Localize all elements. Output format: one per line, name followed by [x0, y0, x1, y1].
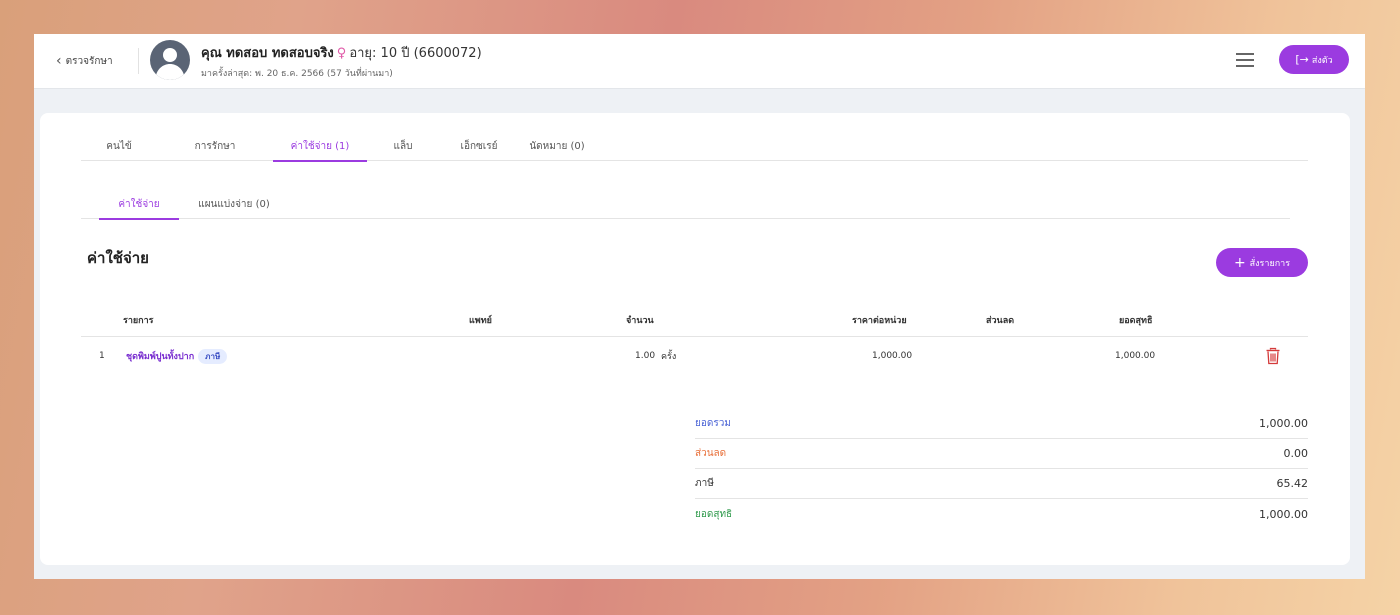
subtab-expenses[interactable]: ค่าใช้จ่าย: [99, 189, 179, 220]
add-order-button[interactable]: + สั่งรายการ: [1216, 248, 1308, 277]
avatar: [150, 40, 190, 80]
main-tabs: คนไข้ การรักษา ค่าใช้จ่าย (1) แล็บ เอ็กซ…: [81, 131, 1308, 162]
chevron-left-icon: ‹: [56, 53, 62, 69]
content-card: คนไข้ การรักษา ค่าใช้จ่าย (1) แล็บ เอ็กซ…: [40, 113, 1350, 565]
column-header-unit-price: ราคาต่อหน่วย: [852, 315, 907, 326]
column-header-item: รายการ: [123, 315, 154, 326]
exit-icon: [→: [1295, 53, 1309, 66]
send-patient-label: ส่งตัว: [1311, 55, 1333, 66]
trash-icon[interactable]: [1265, 339, 1281, 373]
tax-badge: ภาษี: [198, 348, 228, 364]
summary-value-net: 1,000.00: [1259, 507, 1308, 521]
summary-label-tax: ภาษี: [695, 478, 714, 489]
row-quantity: 1.00: [635, 351, 656, 361]
tab-xray[interactable]: เอ็กซเรย์: [439, 131, 519, 161]
back-button[interactable]: ‹ ตรวจรักษา: [56, 51, 113, 71]
summary-label-subtotal: ยอดรวม: [695, 418, 731, 429]
hamburger-menu-icon[interactable]: [1236, 52, 1254, 68]
patient-age: อายุ: 10 ปี (6600072): [349, 46, 482, 61]
summary-value-tax: 65.42: [1276, 477, 1309, 490]
summary-row-subtotal: ยอดรวม 1,000.00: [695, 409, 1308, 439]
patient-info: คุณ ทดสอบ ทดสอบจริง ♀ อายุ: 10 ปี (66000…: [201, 42, 482, 63]
row-net: 1,000.00: [1115, 351, 1156, 361]
app-window: ‹ ตรวจรักษา คุณ ทดสอบ ทดสอบจริง ♀ อายุ: …: [34, 34, 1365, 579]
column-header-net: ยอดสุทธิ: [1119, 315, 1153, 326]
column-header-discount: ส่วนลด: [986, 315, 1015, 326]
tab-expenses[interactable]: ค่าใช้จ่าย (1): [273, 131, 367, 162]
divider: [138, 48, 139, 74]
row-item-name[interactable]: ชุดพิมพ์ปูนทั้งปาก: [126, 339, 194, 373]
send-patient-button[interactable]: [→ ส่งตัว: [1279, 45, 1349, 74]
column-header-doctor: แพทย์: [469, 315, 492, 326]
summary-row-net: ยอดสุทธิ 1,000.00: [695, 499, 1308, 529]
sub-tabs: ค่าใช้จ่าย แผนแบ่งจ่าย (0): [81, 189, 1290, 220]
tab-lab[interactable]: แล็บ: [367, 131, 439, 161]
summary-row-discount: ส่วนลด 0.00: [695, 439, 1308, 469]
back-button-label: ตรวจรักษา: [65, 55, 113, 67]
row-item[interactable]: ชุดพิมพ์ปูนทั้งปาก ภาษี: [126, 339, 228, 373]
row-unit: ครั้ง: [661, 352, 677, 362]
female-icon: ♀: [336, 46, 347, 61]
summary-panel: ยอดรวม 1,000.00 ส่วนลด 0.00 ภาษี 65.42 ย…: [695, 409, 1308, 529]
row-index: 1: [99, 351, 105, 361]
plus-icon: +: [1233, 254, 1246, 271]
user-icon: [155, 48, 185, 80]
column-header-quantity: จำนวน: [626, 315, 654, 326]
row-unit-price: 1,000.00: [872, 351, 913, 361]
top-bar: ‹ ตรวจรักษา คุณ ทดสอบ ทดสอบจริง ♀ อายุ: …: [34, 34, 1365, 89]
summary-value-subtotal: 1,000.00: [1259, 417, 1308, 430]
table-row: 1 ชุดพิมพ์ปูนทั้งปาก ภาษี 1.00 ครั้ง 1,0…: [81, 339, 1308, 373]
summary-row-tax: ภาษี 65.42: [695, 469, 1308, 499]
tab-patient[interactable]: คนไข้: [81, 131, 157, 161]
summary-label-discount: ส่วนลด: [695, 448, 727, 459]
subtab-installment-plan[interactable]: แผนแบ่งจ่าย (0): [179, 189, 289, 219]
add-order-label: สั่งรายการ: [1249, 258, 1291, 269]
summary-value-discount: 0.00: [1283, 447, 1309, 460]
last-visit-text: มาครั้งล่าสุด: พ. 20 ธ.ค. 2566 (57 วันที…: [201, 69, 393, 79]
tab-treatment[interactable]: การรักษา: [157, 131, 273, 161]
section-title: ค่าใช้จ่าย: [87, 249, 149, 267]
summary-label-net: ยอดสุทธิ: [695, 508, 733, 520]
patient-name: คุณ ทดสอบ ทดสอบจริง: [201, 46, 334, 61]
tab-appointments[interactable]: นัดหมาย (0): [519, 131, 595, 161]
table-header: รายการ แพทย์ จำนวน ราคาต่อหน่วย ส่วนลด ย…: [81, 303, 1308, 337]
